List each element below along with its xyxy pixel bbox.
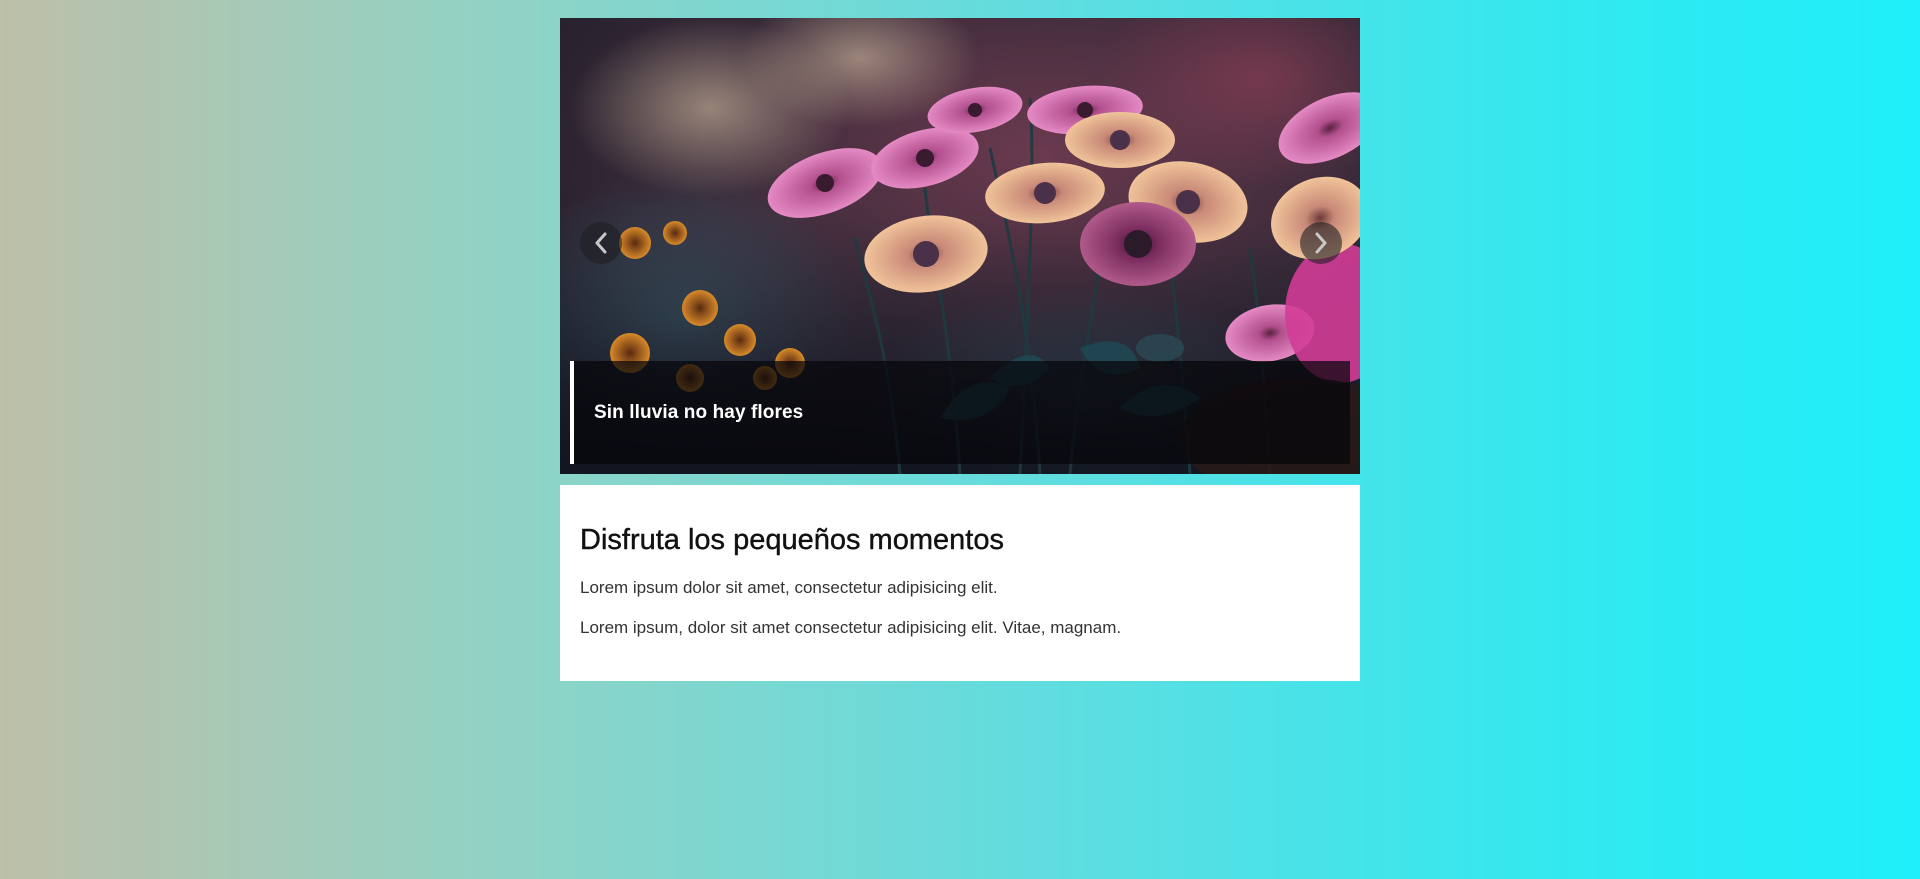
- card-title: Disfruta los pequeños momentos: [580, 524, 1004, 556]
- slide-caption: Sin lluvia no hay flores: [570, 361, 1350, 464]
- content-card: Disfruta los pequeños momentos Lorem ips…: [560, 485, 1360, 681]
- slider-next-button[interactable]: [1300, 222, 1342, 264]
- chevron-left-icon: [595, 232, 607, 254]
- image-slider: Sin lluvia no hay flores: [560, 18, 1360, 474]
- chevron-right-icon: [1315, 232, 1327, 254]
- card-paragraph: Lorem ipsum dolor sit amet, consectetur …: [580, 577, 998, 597]
- caption-text: Sin lluvia no hay flores: [594, 401, 804, 423]
- slider-prev-button[interactable]: [580, 222, 622, 264]
- card-paragraph: Lorem ipsum, dolor sit amet consectetur …: [580, 617, 1122, 637]
- page-container: Sin lluvia no hay flores Disfruta los pe…: [560, 18, 1360, 681]
